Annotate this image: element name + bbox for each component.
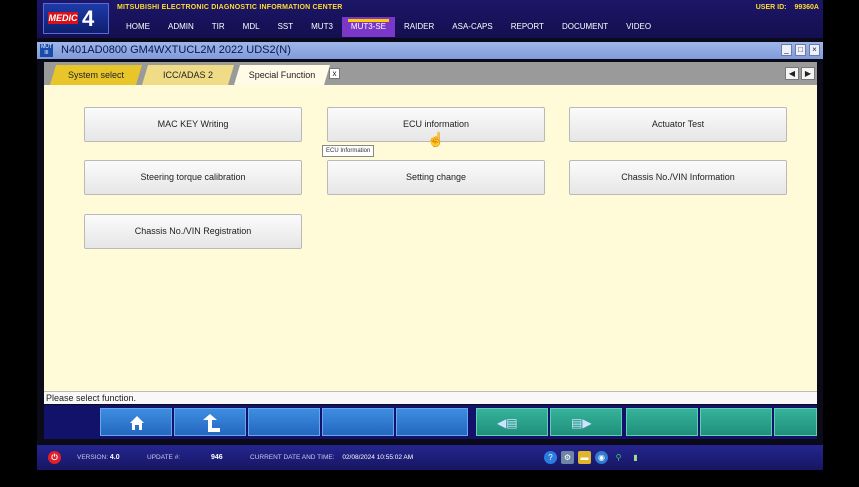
toolbar-button-9[interactable] xyxy=(700,408,772,436)
medic-logo: MEDIC 4 xyxy=(43,3,109,34)
toolbar-button-8[interactable] xyxy=(626,408,698,436)
tab-icc-adas-2[interactable]: ICC/ADAS 2 xyxy=(142,65,234,85)
nav-mut3-se[interactable]: MUT3-SE xyxy=(341,17,396,37)
user-id-label: USER ID: xyxy=(755,4,787,11)
datetime-info: CURRENT DATE AND TIME: 02/08/2024 10:55:… xyxy=(250,445,413,470)
setting-change-button[interactable]: Setting change xyxy=(327,160,545,195)
version-value: 4.0 xyxy=(109,454,120,461)
user-id: USER ID: 99360A xyxy=(748,4,819,11)
update-label: UPDATE #: xyxy=(147,454,181,461)
nav-home[interactable]: HOME xyxy=(117,17,159,37)
datetime-label: CURRENT DATE AND TIME: xyxy=(250,454,335,461)
back-up-button[interactable] xyxy=(174,408,246,436)
nav-raider[interactable]: RAIDER xyxy=(395,17,443,37)
main-nav: HOME ADMIN TIR MDL SST MUT3 MUT3-SE RAID… xyxy=(117,17,660,37)
speaker-icon[interactable]: ◉ xyxy=(595,451,608,464)
home-button[interactable] xyxy=(100,408,172,436)
connection-icon: ⚲ xyxy=(615,453,622,462)
update-value: 946 xyxy=(211,454,223,461)
nav-admin[interactable]: ADMIN xyxy=(159,17,203,37)
close-window-button[interactable]: × xyxy=(809,44,820,56)
app-frame: MEDIC 4 MITSUBISHI ELECTRONIC DIAGNOSTIC… xyxy=(37,0,823,470)
status-message: Please select function. xyxy=(44,391,817,404)
book-back-icon: ◀▤ xyxy=(497,416,518,430)
datetime-value: 02/08/2024 10:55:02 AM xyxy=(342,454,414,461)
update-info: UPDATE #: xyxy=(147,445,180,470)
nav-tir[interactable]: TIR xyxy=(203,17,234,37)
nav-video[interactable]: VIDEO xyxy=(617,17,660,37)
battery-icon: ▮ xyxy=(633,453,638,462)
up-arrow-icon xyxy=(203,414,220,432)
ecu-information-tooltip: ECU Information xyxy=(322,145,375,157)
tab-scroll-controls: ◀ ▶ xyxy=(785,67,815,80)
user-id-value: 99360A xyxy=(794,4,819,11)
chassis-vin-information-button[interactable]: Chassis No./VIN Information xyxy=(569,160,787,195)
steering-torque-calibration-button[interactable]: Steering torque calibration xyxy=(84,160,302,195)
version-label: VERSION: xyxy=(77,454,109,461)
logo-text: MEDIC xyxy=(48,12,78,24)
minimize-button[interactable]: _ xyxy=(781,44,792,56)
nav-mdl[interactable]: MDL xyxy=(234,17,269,37)
nav-asa-caps[interactable]: ASA-CAPS xyxy=(443,17,501,37)
maximize-button[interactable]: □ xyxy=(795,44,806,56)
system-status-bar: ⏻ VERSION: 4.0 UPDATE #: 946 CURRENT DAT… xyxy=(37,445,823,470)
top-header: MEDIC 4 MITSUBISHI ELECTRONIC DIAGNOSTIC… xyxy=(37,0,823,38)
system-tray: ? ⚙ ▬ ◉ ⚲ ▮ xyxy=(544,451,642,464)
nav-mut3[interactable]: MUT3 xyxy=(302,17,342,37)
folder-icon[interactable]: ▬ xyxy=(578,451,591,464)
window-title-bar: MUT III N401AD0800 GM4WXTUCL2M 2022 UDS2… xyxy=(37,42,823,59)
bottom-toolbar: ◀▤ ▤▶ xyxy=(44,405,817,439)
toolbar-button-10[interactable] xyxy=(774,408,817,436)
toolbar-button-4[interactable] xyxy=(322,408,394,436)
tab-bar: System select ICC/ADAS 2 Special Functio… xyxy=(44,62,817,85)
nav-document[interactable]: DOCUMENT xyxy=(553,17,617,37)
nav-sst[interactable]: SST xyxy=(269,17,303,37)
window-title: N401AD0800 GM4WXTUCL2M 2022 UDS2(N) xyxy=(61,44,291,56)
help-icon[interactable]: ? xyxy=(544,451,557,464)
tab-system-select[interactable]: System select xyxy=(50,65,142,85)
version-info: VERSION: 4.0 xyxy=(77,445,120,470)
home-icon xyxy=(130,416,144,430)
power-icon[interactable]: ⏻ xyxy=(48,451,61,464)
logo-number: 4 xyxy=(82,6,95,31)
tab-close-icon[interactable]: x xyxy=(329,68,340,79)
window-controls: _ □ × xyxy=(781,44,820,56)
book-forward-icon: ▤▶ xyxy=(571,416,592,430)
actuator-test-button[interactable]: Actuator Test xyxy=(569,107,787,142)
tab-prev-icon[interactable]: ◀ xyxy=(785,67,799,80)
nav-report[interactable]: REPORT xyxy=(502,17,553,37)
tab-special-function[interactable]: Special Function xyxy=(234,65,330,85)
tab-next-icon[interactable]: ▶ xyxy=(801,67,815,80)
toolbar-button-3[interactable] xyxy=(248,408,320,436)
mut-icon: MUT III xyxy=(40,44,53,57)
chassis-vin-registration-button[interactable]: Chassis No./VIN Registration xyxy=(84,214,302,249)
update-number: 946 xyxy=(211,445,223,470)
app-title: MITSUBISHI ELECTRONIC DIAGNOSTIC INFORMA… xyxy=(117,4,343,11)
mac-key-writing-button[interactable]: MAC KEY Writing xyxy=(84,107,302,142)
hand-cursor-icon: ☝ xyxy=(427,131,445,147)
toolbar-button-5[interactable] xyxy=(396,408,468,436)
settings-tool-icon[interactable]: ⚙ xyxy=(561,451,574,464)
next-page-button[interactable]: ▤▶ xyxy=(550,408,622,436)
previous-page-button[interactable]: ◀▤ xyxy=(476,408,548,436)
